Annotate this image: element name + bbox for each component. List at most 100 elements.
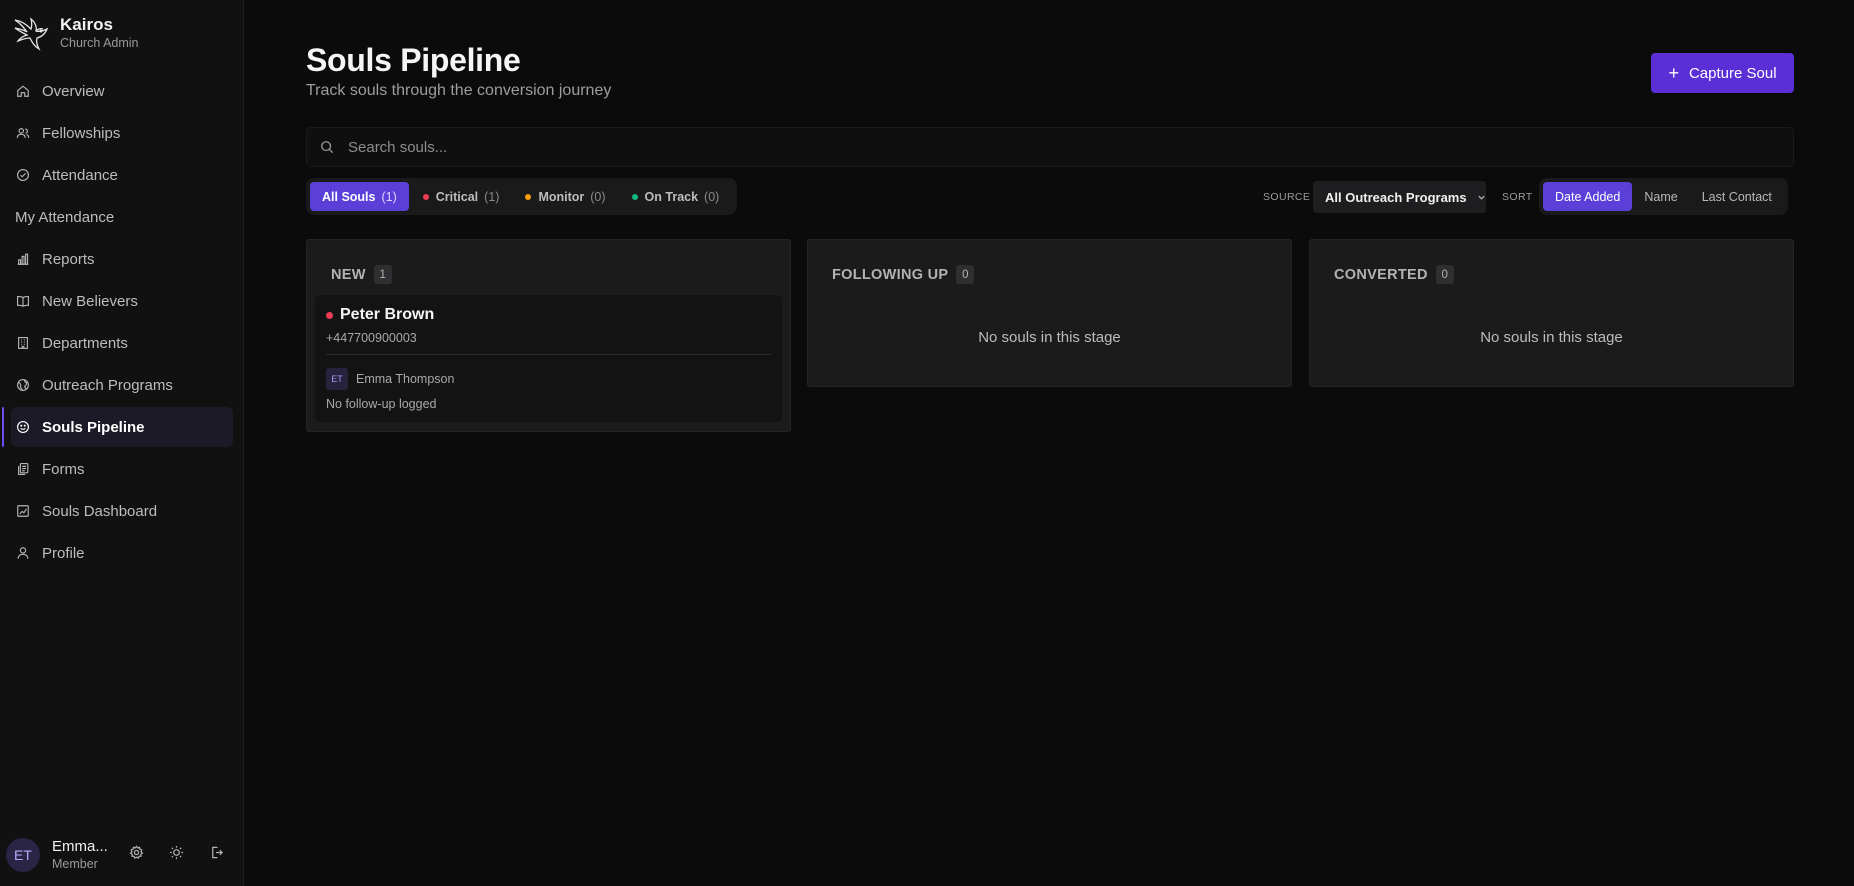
plus-icon: + [1668, 63, 1679, 83]
capture-soul-button[interactable]: + Capture Soul [1651, 53, 1794, 93]
bar-chart-icon [16, 252, 30, 266]
user-role: Member [52, 857, 98, 871]
sidebar-item-souls-dashboard[interactable]: Souls Dashboard [11, 491, 233, 531]
owner-name: Emma Thompson [356, 372, 455, 386]
logout-icon [209, 845, 224, 865]
avatar[interactable]: ET [6, 838, 40, 872]
user-panel: ET Emma... Member [0, 824, 244, 886]
brand[interactable]: Kairos Church Admin [12, 14, 139, 52]
column-count-badge: 0 [1435, 265, 1454, 284]
filter-count: (1) [484, 189, 500, 204]
book-icon [16, 294, 30, 308]
chart-icon [16, 504, 30, 518]
pipeline-column-converted: CONVERTED 0 No souls in this stage [1309, 239, 1794, 387]
globe-icon [16, 378, 30, 392]
dove-icon [12, 14, 50, 52]
filter-all-souls[interactable]: All Souls (1) [310, 182, 409, 211]
sidebar-item-attendance[interactable]: Attendance [11, 155, 233, 195]
sidebar-item-label: Fellowships [42, 124, 121, 142]
filter-label: On Track [644, 189, 699, 204]
soul-card[interactable]: Peter Brown +447700900003 ET Emma Thomps… [315, 295, 782, 422]
brand-subtitle: Church Admin [60, 36, 139, 50]
sidebar-item-souls-pipeline[interactable]: Souls Pipeline [2, 407, 233, 447]
critical-status-dot-icon [326, 311, 333, 319]
search-bar [306, 127, 1794, 167]
sidebar-item-reports[interactable]: Reports [11, 239, 233, 279]
sidebar-item-overview[interactable]: Overview [11, 71, 233, 111]
filter-monitor[interactable]: Monitor (0) [513, 182, 617, 211]
copy-icon [16, 462, 30, 476]
theme-toggle-button[interactable] [156, 841, 196, 869]
search-input[interactable] [348, 138, 1748, 156]
logout-button[interactable] [196, 841, 236, 869]
pipeline-column-new: NEW 1 Peter Brown +447700900003 ET Emma … [306, 239, 791, 432]
sidebar-item-profile[interactable]: Profile [11, 533, 233, 573]
source-label: SOURCE [1263, 191, 1311, 203]
building-icon [16, 336, 30, 350]
sidebar-item-label: Reports [42, 250, 95, 268]
sort-name[interactable]: Name [1632, 182, 1689, 211]
chevron-down-icon [1477, 193, 1486, 202]
sort-options: Date Added Name Last Contact [1539, 178, 1788, 215]
sidebar-item-label: Souls Dashboard [42, 502, 158, 520]
sidebar-item-departments[interactable]: Departments [11, 323, 233, 363]
critical-dot-icon [422, 193, 429, 200]
sidebar-item-label: Overview [42, 82, 105, 100]
smile-icon [16, 420, 30, 434]
user-name: Emma... [52, 838, 108, 855]
gear-icon [129, 845, 144, 865]
sun-icon [169, 845, 184, 865]
filter-label: Critical [435, 189, 479, 204]
page-title: Souls Pipeline [306, 42, 521, 78]
filter-label: Monitor [538, 189, 585, 204]
on-track-dot-icon [631, 193, 638, 200]
user-icon [16, 546, 30, 560]
column-count-badge: 1 [373, 265, 392, 284]
sidebar-nav: Overview Fellowships Attendance My Atten… [0, 71, 244, 575]
sidebar: Kairos Church Admin Overview Fellowships… [0, 0, 244, 886]
filter-count: (1) [381, 189, 397, 204]
sidebar-item-label: Profile [42, 544, 85, 562]
filter-critical[interactable]: Critical (1) [411, 182, 512, 211]
sort-date-added[interactable]: Date Added [1543, 182, 1633, 211]
soul-phone: +447700900003 [326, 331, 417, 345]
sort-label: SORT [1502, 191, 1533, 203]
follow-up-note: No follow-up logged [326, 397, 437, 411]
column-title: NEW [331, 266, 366, 283]
filter-on-track[interactable]: On Track (0) [620, 182, 732, 211]
settings-button[interactable] [116, 841, 156, 869]
source-select-value: All Outreach Programs [1325, 189, 1467, 205]
search-icon [320, 140, 334, 154]
users-icon [16, 126, 30, 140]
sidebar-item-forms[interactable]: Forms [11, 449, 233, 489]
column-title: FOLLOWING UP [832, 266, 949, 283]
empty-state: No souls in this stage [978, 329, 1121, 346]
home-icon [16, 84, 30, 98]
empty-state: No souls in this stage [1480, 329, 1623, 346]
owner-avatar: ET [326, 368, 348, 390]
column-count-badge: 0 [956, 265, 975, 284]
card-divider [326, 354, 771, 355]
monitor-dot-icon [525, 193, 532, 200]
sidebar-item-label: Attendance [42, 166, 118, 184]
page-subtitle: Track souls through the conversion journ… [306, 82, 612, 99]
sort-last-contact[interactable]: Last Contact [1690, 182, 1784, 211]
sidebar-item-my-attendance[interactable]: My Attendance [11, 197, 233, 237]
pipeline-column-following-up: FOLLOWING UP 0 No souls in this stage [807, 239, 1292, 387]
soul-name: Peter Brown [340, 306, 435, 323]
sidebar-item-label: Outreach Programs [42, 376, 173, 394]
status-filter-group: All Souls (1) Critical (1) Monitor (0) O… [306, 178, 738, 215]
sidebar-item-outreach-programs[interactable]: Outreach Programs [11, 365, 233, 405]
sidebar-item-label: Forms [42, 460, 85, 478]
sidebar-item-fellowships[interactable]: Fellowships [11, 113, 233, 153]
capture-soul-label: Capture Soul [1688, 64, 1777, 82]
source-select[interactable]: All Outreach Programs [1313, 181, 1486, 213]
column-title: CONVERTED [1334, 266, 1428, 283]
filter-count: (0) [590, 189, 606, 204]
sidebar-item-new-believers[interactable]: New Believers [11, 281, 233, 321]
sidebar-item-label: Departments [42, 334, 128, 352]
sidebar-item-label: My Attendance [15, 208, 115, 226]
brand-name: Kairos [60, 15, 113, 34]
check-circle-icon [16, 168, 30, 182]
sidebar-item-label: Souls Pipeline [42, 418, 145, 436]
